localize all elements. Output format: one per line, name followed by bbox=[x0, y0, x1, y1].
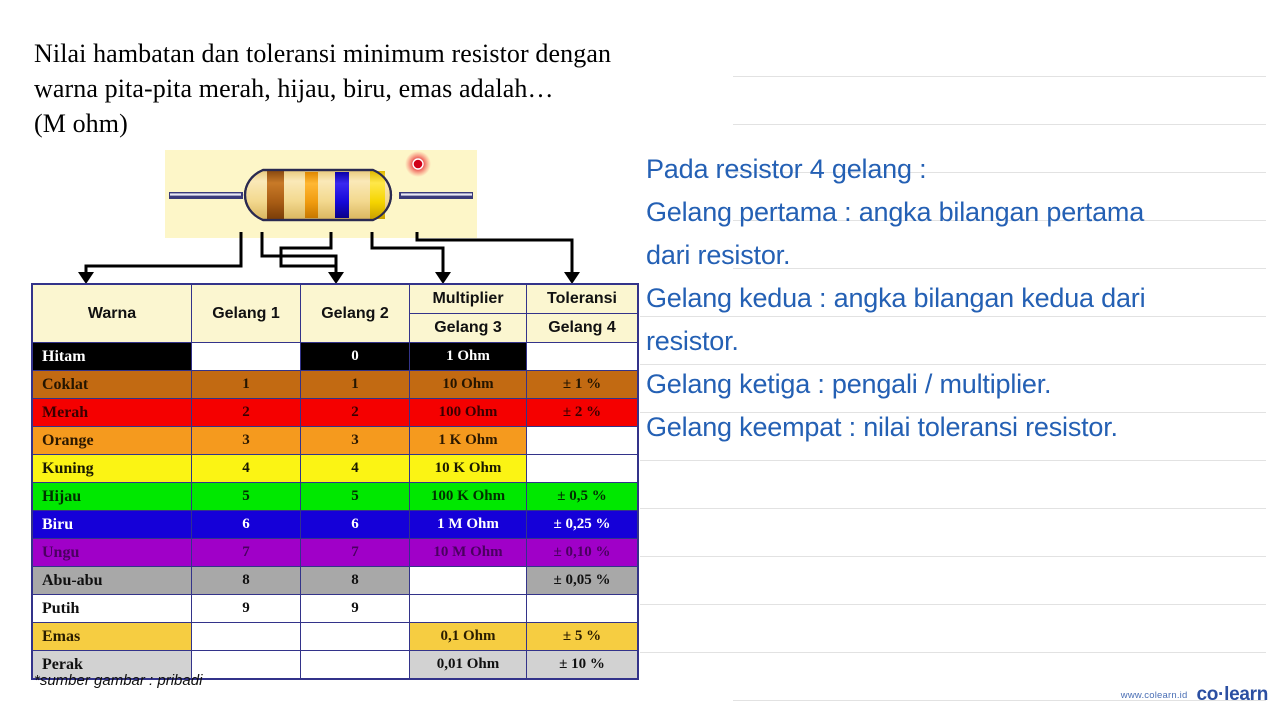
col-header-gelang-1: Gelang 1 bbox=[191, 283, 301, 343]
cell-gelang-3: 1 K Ohm bbox=[409, 426, 527, 455]
table-row: Putih 9 9 bbox=[31, 594, 639, 623]
cell-gelang-1 bbox=[191, 622, 301, 651]
cell-warna: Ungu bbox=[31, 538, 192, 567]
leader-band-4 bbox=[415, 232, 574, 278]
table-row: Orange 3 3 1 K Ohm bbox=[31, 426, 639, 455]
col-subheader-gelang-3: Gelang 3 bbox=[409, 313, 527, 343]
cell-gelang-3: 10 K Ohm bbox=[409, 454, 527, 483]
cell-gelang-4 bbox=[526, 342, 639, 371]
annotation-line-6: Gelang ketiga : pengali / multiplier. bbox=[646, 369, 1052, 399]
cell-gelang-1: 1 bbox=[191, 370, 301, 399]
brand-block: www.colearn.id co·learn bbox=[1120, 684, 1269, 706]
cell-gelang-2: 1 bbox=[300, 370, 410, 399]
cell-gelang-3: 100 K Ohm bbox=[409, 482, 527, 511]
col-subheader-gelang-4: Gelang 4 bbox=[526, 313, 639, 343]
cell-gelang-2 bbox=[300, 622, 410, 651]
cell-gelang-2: 7 bbox=[300, 538, 410, 567]
cell-gelang-3: 0,1 Ohm bbox=[409, 622, 527, 651]
col-header-warna: Warna bbox=[31, 283, 192, 343]
table-row: Biru 6 6 1 M Ohm ± 0,25 % bbox=[31, 510, 639, 539]
annotation-line-3: dari resistor. bbox=[646, 240, 791, 270]
table-body: Hitam 0 1 Ohm Coklat 1 1 10 Ohm ± 1 % Merah 2 2 100… bbox=[31, 342, 639, 680]
cell-gelang-2: 8 bbox=[300, 566, 410, 595]
cell-gelang-2: 3 bbox=[300, 426, 410, 455]
annotation-line-5: resistor. bbox=[646, 326, 739, 356]
cell-gelang-2: 6 bbox=[300, 510, 410, 539]
table-row: Merah 2 2 100 Ohm ± 2 % bbox=[31, 398, 639, 427]
cell-gelang-1 bbox=[191, 342, 301, 371]
cell-gelang-4: ± 1 % bbox=[526, 370, 639, 399]
cell-gelang-1 bbox=[191, 650, 301, 680]
table-row: Coklat 1 1 10 Ohm ± 1 % bbox=[31, 370, 639, 399]
brand-url: www.colearn.id bbox=[1120, 689, 1188, 701]
resistor-color-code-table: Warna Gelang 1 Gelang 2 Multiplier Toler… bbox=[31, 283, 639, 680]
cell-gelang-2: 2 bbox=[300, 398, 410, 427]
table-row: Emas 0,1 Ohm ± 5 % bbox=[31, 622, 639, 651]
cell-gelang-3: 1 Ohm bbox=[409, 342, 527, 371]
cell-gelang-4 bbox=[526, 426, 639, 455]
cell-warna: Kuning bbox=[31, 454, 192, 483]
annotation-line-1: Pada resistor 4 gelang : bbox=[646, 154, 927, 184]
cell-gelang-3 bbox=[409, 566, 527, 595]
cell-gelang-2: 5 bbox=[300, 482, 410, 511]
cell-warna: Coklat bbox=[31, 370, 192, 399]
cell-gelang-1: 5 bbox=[191, 482, 301, 511]
annotation-text-block: Pada resistor 4 gelang : Gelang pertama … bbox=[646, 148, 1272, 449]
cell-gelang-1: 8 bbox=[191, 566, 301, 595]
table-row: Ungu 7 7 10 M Ohm ± 0,10 % bbox=[31, 538, 639, 567]
table-row: Hijau 5 5 100 K Ohm ± 0,5 % bbox=[31, 482, 639, 511]
col-header-multiplier: Multiplier bbox=[409, 283, 527, 314]
cell-gelang-1: 6 bbox=[191, 510, 301, 539]
table-row: Abu-abu 8 8 ± 0,05 % bbox=[31, 566, 639, 595]
cell-gelang-4: ± 2 % bbox=[526, 398, 639, 427]
cell-gelang-4: ± 0,05 % bbox=[526, 566, 639, 595]
cell-gelang-3: 100 Ohm bbox=[409, 398, 527, 427]
cell-gelang-3: 1 M Ohm bbox=[409, 510, 527, 539]
cell-gelang-4: ± 0,5 % bbox=[526, 482, 639, 511]
cell-warna: Biru bbox=[31, 510, 192, 539]
leader-band-1 bbox=[84, 232, 243, 278]
cell-gelang-2: 4 bbox=[300, 454, 410, 483]
cell-gelang-2 bbox=[300, 650, 410, 680]
cell-gelang-3: 10 Ohm bbox=[409, 370, 527, 399]
cell-gelang-2: 9 bbox=[300, 594, 410, 623]
annotation-line-2: Gelang pertama : angka bilangan pertama bbox=[646, 197, 1145, 227]
cell-gelang-1: 4 bbox=[191, 454, 301, 483]
cell-gelang-4: ± 0,10 % bbox=[526, 538, 639, 567]
cell-gelang-3: 10 M Ohm bbox=[409, 538, 527, 567]
cell-gelang-3 bbox=[409, 594, 527, 623]
col-header-gelang-2: Gelang 2 bbox=[300, 283, 410, 343]
cell-gelang-4: ± 5 % bbox=[526, 622, 639, 651]
col-header-toleransi: Toleransi bbox=[526, 283, 639, 314]
table-header-row-1: Warna Gelang 1 Gelang 2 Multiplier Toler… bbox=[31, 283, 639, 343]
cell-gelang-4 bbox=[526, 594, 639, 623]
brand-logo: co·learn bbox=[1196, 684, 1268, 705]
cell-gelang-4: ± 10 % bbox=[526, 650, 639, 680]
annotation-line-7: Gelang keempat : nilai toleransi resisto… bbox=[646, 412, 1118, 442]
table-row: Kuning 4 4 10 K Ohm bbox=[31, 454, 639, 483]
cell-warna: Hijau bbox=[31, 482, 192, 511]
cell-warna: Putih bbox=[31, 594, 192, 623]
annotation-line-4: Gelang kedua : angka bilangan kedua dari bbox=[646, 283, 1146, 313]
cell-gelang-1: 7 bbox=[191, 538, 301, 567]
cell-gelang-4: ± 0,25 % bbox=[526, 510, 639, 539]
cell-warna: Hitam bbox=[31, 342, 192, 371]
cell-gelang-2: 0 bbox=[300, 342, 410, 371]
cell-warna: Merah bbox=[31, 398, 192, 427]
table-header: Warna Gelang 1 Gelang 2 Multiplier Toler… bbox=[31, 283, 639, 343]
cell-gelang-4 bbox=[526, 454, 639, 483]
cell-warna: Abu-abu bbox=[31, 566, 192, 595]
source-note: *sumber gambar : pribadi bbox=[34, 672, 203, 689]
cell-gelang-1: 2 bbox=[191, 398, 301, 427]
cell-gelang-1: 3 bbox=[191, 426, 301, 455]
cell-gelang-1: 9 bbox=[191, 594, 301, 623]
cell-warna: Orange bbox=[31, 426, 192, 455]
cell-warna: Emas bbox=[31, 622, 192, 651]
table-row: Hitam 0 1 Ohm bbox=[31, 342, 639, 371]
cell-gelang-3: 0,01 Ohm bbox=[409, 650, 527, 680]
